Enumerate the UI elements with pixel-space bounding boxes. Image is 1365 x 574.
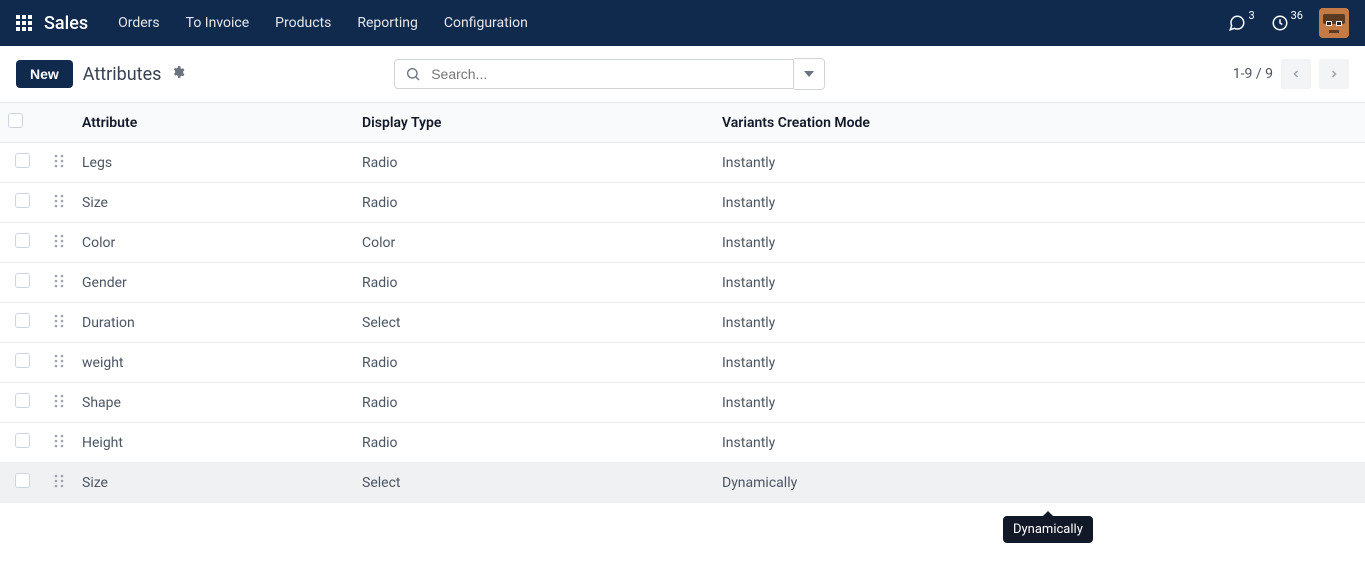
table-row[interactable]: HeightRadioInstantly [0,423,1365,463]
header-variants-mode[interactable]: Variants Creation Mode [714,103,1365,143]
row-checkbox[interactable] [15,433,30,448]
table-row[interactable]: SizeRadioInstantly [0,183,1365,223]
chat-icon [1228,14,1246,32]
table-row[interactable]: DurationSelectInstantly [0,303,1365,343]
tooltip: Dynamically [1003,516,1093,543]
table-row[interactable]: LegsRadioInstantly [0,143,1365,183]
top-nav: Sales Orders To Invoice Products Reporti… [0,0,1365,46]
user-avatar[interactable] [1319,8,1349,38]
cell-attribute: weight [74,343,354,383]
row-checkbox[interactable] [15,233,30,248]
cell-attribute: Shape [74,383,354,423]
cell-variants-mode: Instantly [714,303,1365,343]
search-box[interactable] [394,59,794,89]
activities-badge: 36 [1291,9,1303,22]
nav-link-to-invoice[interactable]: To Invoice [176,9,260,37]
new-button[interactable]: New [16,60,73,88]
clock-icon [1271,14,1289,32]
cell-variants-mode: Instantly [714,383,1365,423]
cell-attribute: Duration [74,303,354,343]
search-wrap [394,58,825,90]
drag-handle-icon[interactable] [54,234,64,248]
header-attribute[interactable]: Attribute [74,103,354,143]
row-checkbox[interactable] [15,153,30,168]
row-checkbox[interactable] [15,273,30,288]
chevron-right-icon [1328,68,1340,80]
search-options-button[interactable] [794,58,825,90]
pager-prev-button[interactable] [1281,59,1311,89]
apps-grid-icon[interactable] [16,15,32,31]
cell-attribute: Color [74,223,354,263]
cell-display-type: Color [354,223,714,263]
cell-attribute: Size [74,183,354,223]
cell-display-type: Radio [354,343,714,383]
row-checkbox[interactable] [15,193,30,208]
pager: 1-9 / 9 [1233,59,1349,89]
nav-link-orders[interactable]: Orders [108,9,170,37]
table-row[interactable]: weightRadioInstantly [0,343,1365,383]
cell-display-type: Radio [354,183,714,223]
drag-handle-icon[interactable] [54,354,64,368]
drag-handle-icon[interactable] [54,474,64,488]
table-row[interactable]: ShapeRadioInstantly [0,383,1365,423]
drag-handle-icon[interactable] [54,194,64,208]
cell-display-type: Radio [354,263,714,303]
cell-display-type: Radio [354,423,714,463]
cell-attribute: Gender [74,263,354,303]
table-header-row: Attribute Display Type Variants Creation… [0,103,1365,143]
cell-variants-mode: Instantly [714,183,1365,223]
messages-button[interactable]: 3 [1228,14,1254,32]
drag-handle-icon[interactable] [54,434,64,448]
row-checkbox[interactable] [15,353,30,368]
table-row[interactable]: GenderRadioInstantly [0,263,1365,303]
header-display-type[interactable]: Display Type [354,103,714,143]
control-bar: New Attributes 1-9 / 9 [0,46,1365,102]
messages-badge: 3 [1248,9,1254,22]
cell-display-type: Select [354,303,714,343]
pager-next-button[interactable] [1319,59,1349,89]
nav-links: Orders To Invoice Products Reporting Con… [108,9,538,37]
drag-handle-icon[interactable] [54,154,64,168]
cell-variants-mode: Dynamically [714,463,1365,503]
cell-attribute: Size [74,463,354,503]
cell-variants-mode: Instantly [714,263,1365,303]
tooltip-text: Dynamically [1013,522,1083,537]
nav-link-configuration[interactable]: Configuration [434,9,538,37]
caret-down-icon [804,69,814,79]
gear-icon[interactable] [171,65,185,83]
row-checkbox[interactable] [15,313,30,328]
app-brand[interactable]: Sales [44,13,88,34]
table-row[interactable]: ColorColorInstantly [0,223,1365,263]
nav-link-reporting[interactable]: Reporting [347,9,428,37]
drag-handle-icon[interactable] [54,394,64,408]
cell-variants-mode: Instantly [714,423,1365,463]
cell-display-type: Select [354,463,714,503]
search-input[interactable] [431,66,783,82]
select-all-checkbox[interactable] [8,113,23,128]
attributes-table: Attribute Display Type Variants Creation… [0,102,1365,503]
table-row[interactable]: SizeSelectDynamically [0,463,1365,503]
search-icon [405,66,421,82]
nav-link-products[interactable]: Products [265,9,341,37]
drag-handle-icon[interactable] [54,274,64,288]
chevron-left-icon [1290,68,1302,80]
activities-button[interactable]: 36 [1271,14,1303,32]
row-checkbox[interactable] [15,393,30,408]
cell-display-type: Radio [354,383,714,423]
cell-variants-mode: Instantly [714,143,1365,183]
cell-variants-mode: Instantly [714,343,1365,383]
cell-attribute: Height [74,423,354,463]
cell-attribute: Legs [74,143,354,183]
breadcrumb-title: Attributes [83,64,162,85]
row-checkbox[interactable] [15,473,30,488]
cell-variants-mode: Instantly [714,223,1365,263]
pager-text: 1-9 / 9 [1233,66,1273,82]
drag-handle-icon[interactable] [54,314,64,328]
cell-display-type: Radio [354,143,714,183]
